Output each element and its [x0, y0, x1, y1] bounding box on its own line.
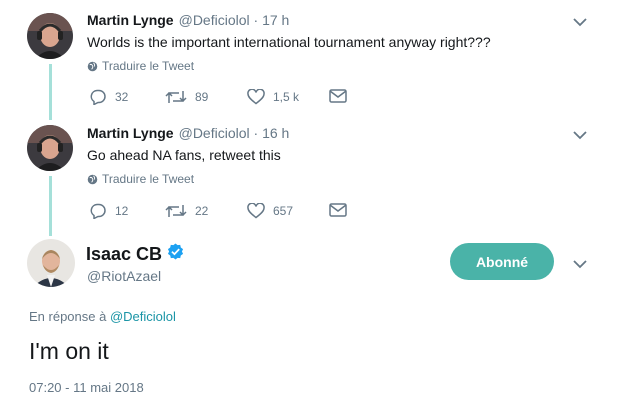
retweet-count: 89 [195, 90, 209, 104]
retweet-icon [165, 89, 187, 105]
avatar[interactable] [27, 125, 73, 171]
reply-button[interactable]: 32 [89, 89, 128, 105]
main-author-label: Isaac CB [86, 243, 163, 264]
translate-link[interactable]: Traduire le Tweet [87, 172, 194, 186]
chevron-down-icon[interactable] [571, 257, 589, 271]
main-tweet-text: I'm on it [29, 338, 109, 364]
tweet-time[interactable]: 17 h [262, 12, 289, 28]
globe-icon [87, 174, 98, 185]
main-author-handle[interactable]: @RiotAzael [87, 268, 161, 284]
globe-icon [87, 61, 98, 72]
like-count: 1,5 k [273, 90, 300, 104]
reply-mention-link[interactable]: @Deficiolol [110, 309, 176, 324]
separator: · [253, 12, 259, 28]
chevron-down-icon[interactable] [571, 128, 589, 142]
reply-icon [89, 89, 107, 105]
author-name[interactable]: Martin Lynge [87, 125, 174, 141]
direct-message-button[interactable] [329, 203, 347, 217]
like-button[interactable]: 657 [247, 203, 293, 219]
translate-label: Traduire le Tweet [102, 59, 195, 73]
thread-connector [49, 64, 52, 120]
author-handle[interactable]: @Deficiolol [179, 125, 250, 141]
retweet-icon [165, 203, 187, 219]
chevron-down-icon[interactable] [571, 15, 589, 29]
separator: · [253, 125, 259, 141]
reply-button[interactable]: 12 [89, 203, 128, 219]
envelope-icon [329, 89, 347, 103]
author-name[interactable]: Martin Lynge [87, 12, 174, 28]
like-button[interactable]: 1,5 k [247, 89, 299, 105]
avatar[interactable] [27, 13, 73, 59]
tweet-header: Martin Lynge @Deficiolol · 17 h [87, 12, 289, 28]
retweet-count: 22 [195, 204, 209, 218]
reply-prefix: En réponse à [29, 309, 107, 324]
heart-icon [247, 89, 265, 105]
main-tweet-timestamp[interactable]: 07:20 - 11 mai 2018 [29, 380, 144, 395]
reply-context: En réponse à @Deficiolol [29, 309, 176, 324]
translate-label: Traduire le Tweet [102, 172, 195, 186]
tweet-time[interactable]: 16 h [262, 125, 289, 141]
direct-message-button[interactable] [329, 89, 347, 103]
verified-badge-icon [167, 243, 184, 265]
envelope-icon [329, 203, 347, 217]
tweet-header: Martin Lynge @Deficiolol · 16 h [87, 125, 289, 141]
avatar[interactable] [27, 239, 75, 287]
retweet-button[interactable]: 22 [165, 203, 208, 219]
author-handle[interactable]: @Deficiolol [179, 12, 250, 28]
tweet-text: Worlds is the important international to… [87, 34, 491, 50]
translate-link[interactable]: Traduire le Tweet [87, 59, 194, 73]
following-button[interactable]: Abonné [450, 243, 554, 280]
reply-count: 32 [115, 90, 129, 104]
reply-count: 12 [115, 204, 129, 218]
tweet-text: Go ahead NA fans, retweet this [87, 147, 281, 163]
like-count: 657 [273, 204, 294, 218]
thread-connector [49, 176, 52, 236]
reply-icon [89, 203, 107, 219]
retweet-button[interactable]: 89 [165, 89, 208, 105]
heart-icon [247, 203, 265, 219]
main-author-name[interactable]: Isaac CB [86, 243, 184, 265]
